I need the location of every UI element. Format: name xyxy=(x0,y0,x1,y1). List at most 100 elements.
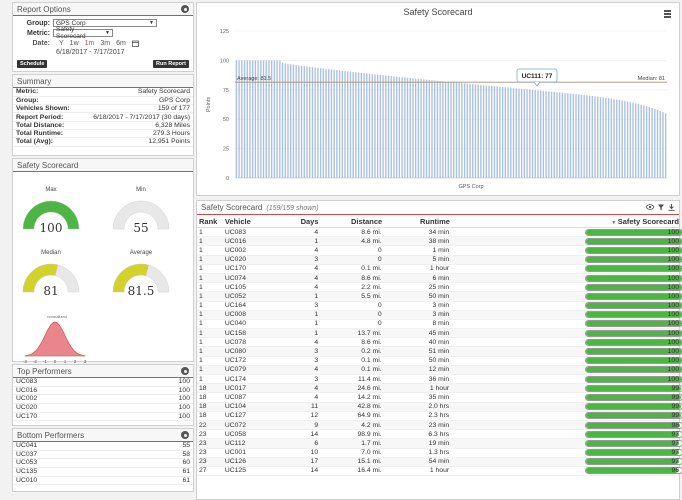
chart-bar[interactable] xyxy=(455,82,458,178)
chart-bar[interactable] xyxy=(539,90,542,178)
chart-bar[interactable] xyxy=(322,68,324,178)
chart-bar[interactable] xyxy=(485,85,487,178)
chart-bar[interactable] xyxy=(366,73,368,178)
chart-bar[interactable] xyxy=(420,79,422,178)
chart-bar[interactable] xyxy=(616,99,618,178)
chart-bar[interactable] xyxy=(284,63,286,178)
chart-bar[interactable] xyxy=(499,86,501,178)
chart-bar[interactable] xyxy=(621,100,623,178)
table-row[interactable]: 1 UC172 3 0.1 mi. 50 min 100 xyxy=(197,357,682,366)
chart-bar[interactable] xyxy=(287,63,289,178)
table-row[interactable]: 1 UC008 1 0 3 min 100 xyxy=(197,310,682,320)
chart-bar[interactable] xyxy=(319,68,322,178)
col-distance[interactable]: Distance xyxy=(319,217,382,226)
chart-bar[interactable] xyxy=(341,70,343,178)
chart-bar[interactable] xyxy=(404,77,406,178)
table-row[interactable]: 1 UC016 1 4.8 mi. 38 min 100 xyxy=(197,237,682,247)
eye-icon[interactable] xyxy=(646,204,654,210)
chart-bar[interactable] xyxy=(645,106,648,178)
chart-bar[interactable] xyxy=(439,80,441,178)
chart-bar[interactable] xyxy=(444,81,447,178)
gear-icon[interactable] xyxy=(181,5,189,13)
performer-row[interactable]: UC037 58 xyxy=(13,451,193,460)
calendar-icon[interactable] xyxy=(131,40,139,47)
chart-bar[interactable] xyxy=(572,93,574,178)
chart-bar[interactable] xyxy=(271,60,273,178)
chart-bar[interactable] xyxy=(355,72,357,178)
download-icon[interactable] xyxy=(668,204,675,211)
chart-bar[interactable] xyxy=(273,60,276,178)
chart-bar[interactable] xyxy=(306,66,308,178)
chart-bar[interactable] xyxy=(463,83,466,178)
date-option-6m[interactable]: 6m xyxy=(116,40,126,47)
chart-bar[interactable] xyxy=(637,104,640,178)
chart-bar[interactable] xyxy=(569,93,572,178)
chart-bar[interactable] xyxy=(545,91,547,178)
chart-bar[interactable] xyxy=(662,112,664,178)
chart-bar[interactable] xyxy=(344,71,346,178)
col-runtime[interactable]: Runtime xyxy=(382,217,450,226)
chart-bar[interactable] xyxy=(588,95,591,178)
table-row[interactable]: 27 UC125 14 16.4 mi. 1 hour 96 xyxy=(197,467,682,477)
chart-bar[interactable] xyxy=(504,87,507,178)
chart-bar[interactable] xyxy=(425,79,428,178)
chart-bar[interactable] xyxy=(556,92,558,178)
chart-bar[interactable] xyxy=(325,68,327,178)
chart-bar[interactable] xyxy=(542,90,545,178)
chart-bar[interactable] xyxy=(605,97,607,178)
performer-row[interactable]: UC170 100 xyxy=(13,413,193,422)
table-row[interactable]: 23 UC001 10 7.0 mi. 1.3 hrs 97 xyxy=(197,449,682,458)
chart-bar[interactable] xyxy=(330,69,333,179)
performer-row[interactable]: UC053 60 xyxy=(13,459,193,469)
filter-icon[interactable] xyxy=(658,204,664,211)
chart-bar[interactable] xyxy=(281,62,284,178)
chart-bar[interactable] xyxy=(428,79,430,178)
chart-bar[interactable] xyxy=(466,83,468,178)
chart-bar[interactable] xyxy=(387,75,390,178)
table-row[interactable]: 23 UC058 14 98.9 mi. 6.3 hrs 97 xyxy=(197,430,682,440)
date-option-3m[interactable]: 3m xyxy=(100,40,110,47)
chart-bar[interactable] xyxy=(303,66,305,178)
chart-bar[interactable] xyxy=(314,67,316,178)
chart-bar[interactable] xyxy=(412,78,414,178)
chart-bar[interactable] xyxy=(357,72,360,178)
chart-bar[interactable] xyxy=(613,99,615,178)
table-row[interactable]: 18 UC104 11 42.8 mi. 2.0 hrs 99 xyxy=(197,402,682,412)
chart-bar[interactable] xyxy=(368,73,371,178)
table-row[interactable]: 1 UC080 3 0.2 mi. 51 min 100 xyxy=(197,347,682,357)
table-row[interactable]: 1 UC079 4 0.1 mi. 12 min 100 xyxy=(197,365,682,375)
chart-bar[interactable] xyxy=(654,108,656,178)
col-vehicle[interactable]: Vehicle xyxy=(225,217,273,226)
chart-bar[interactable] xyxy=(415,78,417,178)
chart-bar[interactable] xyxy=(493,86,496,178)
chart-bar[interactable] xyxy=(371,74,373,178)
chart-bar[interactable] xyxy=(488,85,490,178)
chart-bar[interactable] xyxy=(436,80,439,178)
chart-bar[interactable] xyxy=(548,91,550,178)
chart-bar[interactable] xyxy=(597,96,599,178)
chart-bar[interactable] xyxy=(575,94,577,178)
chart-bar[interactable] xyxy=(395,76,398,178)
chart-bar[interactable] xyxy=(336,70,338,178)
chart-bar[interactable] xyxy=(591,96,593,178)
chart-bar[interactable] xyxy=(496,86,498,178)
chart-bar[interactable] xyxy=(349,71,352,178)
chart-bar[interactable] xyxy=(276,60,278,178)
chart-bar[interactable] xyxy=(482,85,485,178)
table-row[interactable]: 1 UC002 4 0 1 min 100 xyxy=(197,246,682,256)
chart-bar[interactable] xyxy=(347,71,349,178)
chart-bar[interactable] xyxy=(501,86,504,178)
chart-bar[interactable] xyxy=(434,80,436,178)
chart-bar[interactable] xyxy=(526,89,528,178)
chart-bar[interactable] xyxy=(374,74,376,178)
chart-bar[interactable] xyxy=(363,73,365,178)
performer-row[interactable]: UC010 61 xyxy=(13,477,193,486)
chart-bar[interactable] xyxy=(338,70,341,178)
table-row[interactable]: 23 UC112 6 1.7 mi. 19 min 97 xyxy=(197,439,682,449)
chart-bar[interactable] xyxy=(352,71,354,178)
performer-row[interactable]: UC083 100 xyxy=(13,378,193,387)
chart-bar[interactable] xyxy=(602,97,604,179)
chart-bar[interactable] xyxy=(472,84,474,178)
performer-row[interactable]: UC016 100 xyxy=(13,387,193,396)
gear-icon[interactable] xyxy=(181,367,189,375)
